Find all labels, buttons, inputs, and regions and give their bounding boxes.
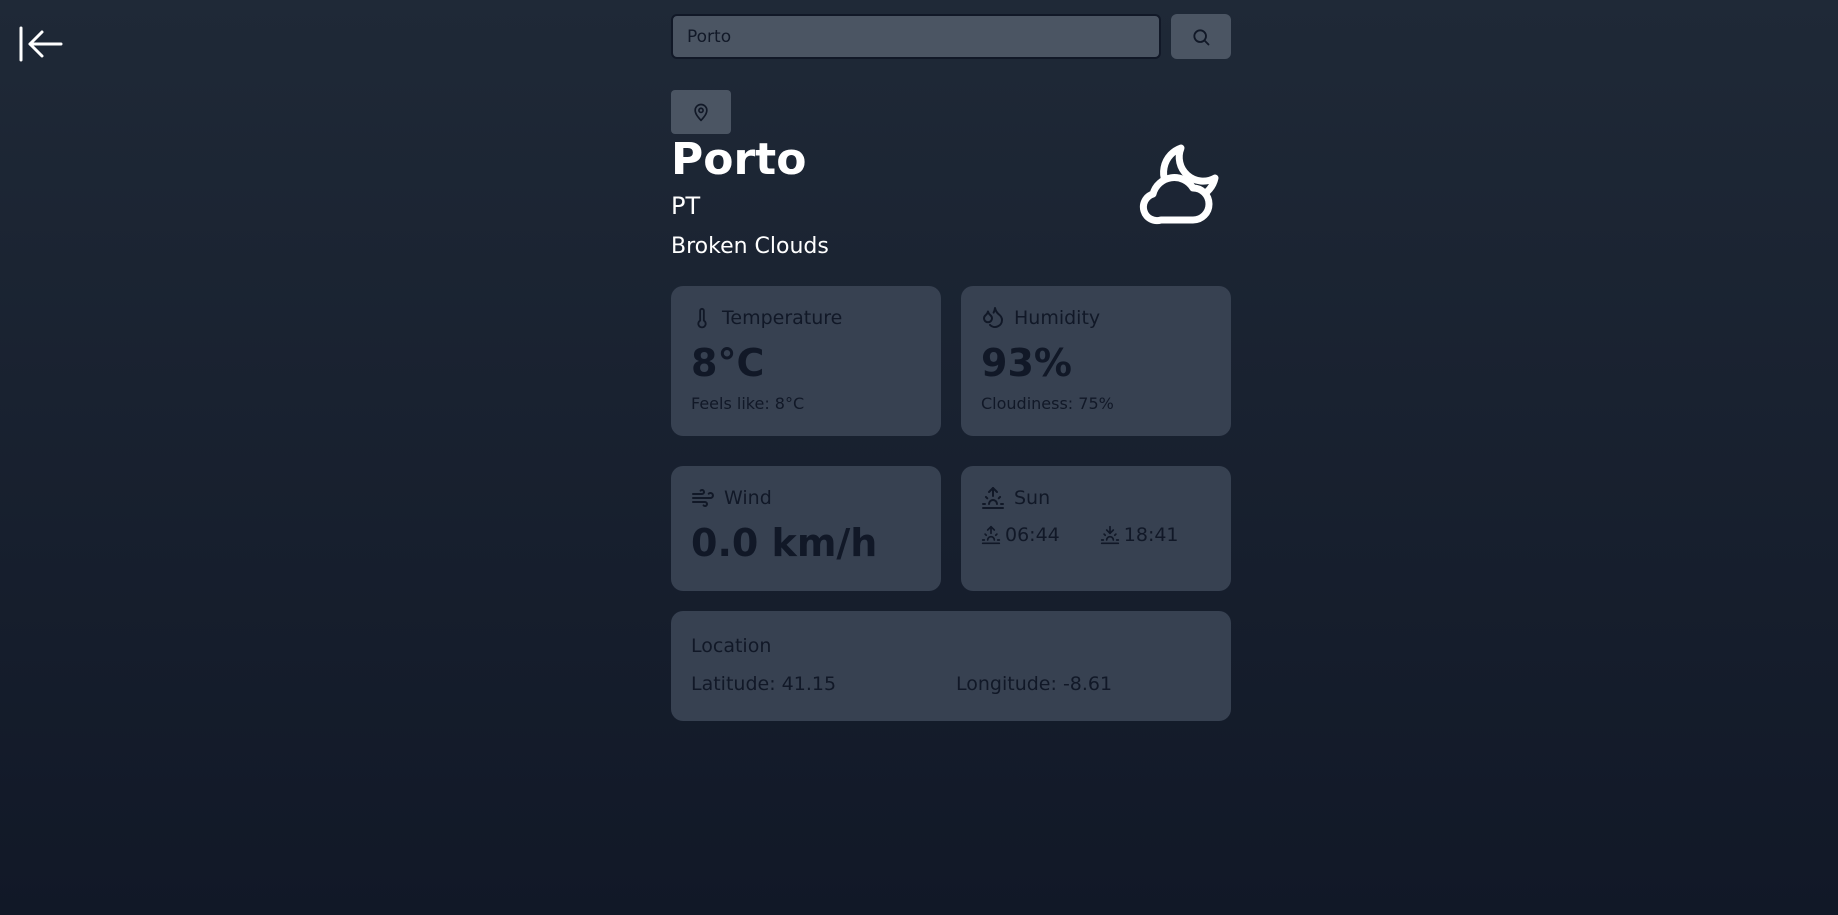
cloudiness-value: Cloudiness: 75%: [981, 394, 1114, 413]
humidity-value: 93%: [981, 341, 1072, 385]
longitude-value: Longitude: -8.61: [956, 673, 1113, 695]
temperature-card: Temperature 8°C Feels like: 8°C: [671, 286, 941, 436]
weather-description: Broken Clouds: [671, 234, 829, 259]
back-button[interactable]: [18, 24, 64, 64]
sunrise-time: 06:44: [1005, 524, 1060, 546]
sunrise-icon: [982, 487, 1004, 509]
sun-label: Sun: [1014, 487, 1051, 509]
sun-card: Sun 06:44 18:41: [961, 466, 1231, 591]
sunset-time: 18:41: [1123, 524, 1179, 546]
sunset: 18:41: [1100, 524, 1179, 546]
sun-times: 06:44 18:41: [981, 524, 1211, 546]
location-label: Location: [691, 635, 772, 657]
latitude-value: Latitude: 41.15: [691, 673, 837, 695]
map-pin-icon: [694, 103, 708, 122]
wind-label: Wind: [724, 487, 772, 509]
main-content: Porto PT Broken Clouds Temperature 8°C F…: [671, 14, 1231, 721]
cloud-moon-icon: [1139, 144, 1219, 225]
temperature-value: 8°C: [691, 341, 765, 385]
wind-icon: [692, 489, 714, 507]
search-icon: [1193, 28, 1210, 45]
wind-card: Wind 0.0 km/h: [671, 466, 941, 591]
weather-details-grid: Temperature 8°C Feels like: 8°C Humidity…: [671, 286, 1231, 591]
wind-value: 0.0 km/h: [691, 521, 878, 565]
search-bar: [671, 14, 1231, 59]
droplets-icon: [983, 307, 1003, 328]
temperature-label: Temperature: [722, 307, 843, 329]
current-weather-header: Porto PT Broken Clouds: [671, 138, 1231, 286]
arrow-left-to-line-icon: [19, 26, 63, 62]
humidity-card: Humidity 93% Cloudiness: 75%: [961, 286, 1231, 436]
sunset-icon: [1100, 525, 1119, 545]
search-button[interactable]: [1171, 14, 1231, 59]
search-input[interactable]: [671, 14, 1162, 59]
location-card: Location Latitude: 41.15 Longitude: -8.6…: [671, 611, 1231, 721]
thermometer-icon: [697, 307, 707, 329]
feels-like-value: Feels like: 8°C: [691, 394, 805, 413]
current-location-button[interactable]: [671, 90, 731, 134]
humidity-label: Humidity: [1014, 307, 1101, 329]
sunrise: 06:44: [981, 524, 1060, 546]
sunrise-icon: [981, 525, 1001, 545]
